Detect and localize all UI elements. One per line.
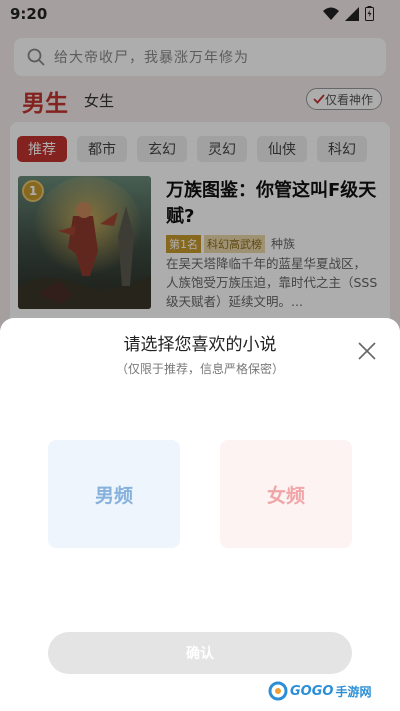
watermark-logo-icon (268, 681, 288, 701)
watermark: GOGO 手游网 (268, 678, 371, 704)
confirm-button[interactable]: 确认 (48, 632, 352, 674)
male-option-button[interactable]: 男频 (48, 440, 180, 548)
sheet-title: 请选择您喜欢的小说 (123, 335, 277, 355)
sheet-subtitle: （仅限于推荐，信息严格保密） (115, 362, 284, 376)
preference-sheet: 请选择您喜欢的小说 （仅限于推荐，信息严格保密） 男频 女频 确认 (0, 318, 400, 711)
watermark-logo: GOGO (290, 683, 334, 699)
close-icon[interactable] (356, 340, 378, 362)
watermark-text: 手游网 (335, 684, 372, 699)
female-option-button[interactable]: 女频 (220, 440, 352, 548)
